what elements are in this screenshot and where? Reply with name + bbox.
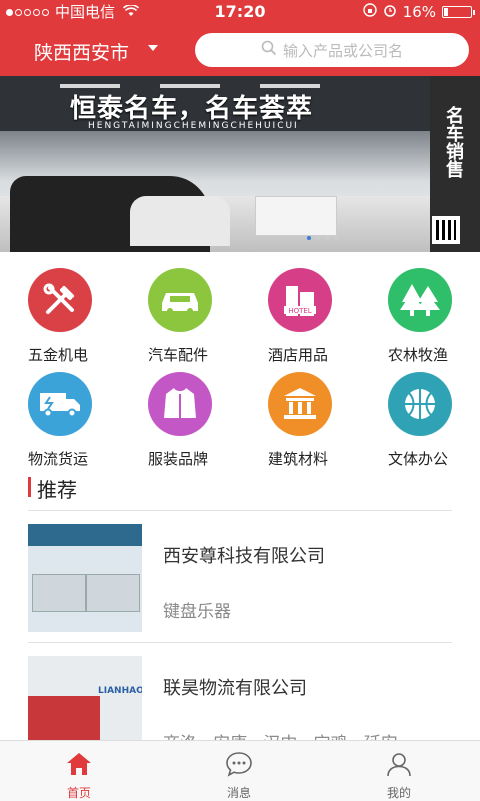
trees-icon [388, 268, 452, 332]
svg-text:HOTEL: HOTEL [288, 307, 311, 315]
banner-subtitle: HENGTAIMINGCHEMINGCHEHUICUI [88, 121, 299, 131]
showroom-desk [255, 196, 337, 236]
search-icon [261, 40, 283, 60]
category-label: 酒店用品 [268, 346, 329, 364]
section-accent-bar [28, 477, 31, 497]
status-right: 16% [362, 0, 475, 24]
tab-label: 首页 [66, 786, 91, 800]
divider [28, 510, 452, 511]
app-header: 中国电信 17:20 16% 陕西西安市 输入产品或公司名 [0, 0, 480, 76]
search-placeholder: 输入产品或公司名 [282, 41, 403, 60]
jacket-icon [148, 372, 212, 436]
company-thumbnail[interactable] [28, 524, 142, 632]
truck-icon [28, 372, 92, 436]
recommend-title: 推荐 [37, 478, 77, 502]
category-item[interactable]: HOTEL 酒店用品 [245, 268, 355, 365]
tab-label: 消息 [226, 786, 251, 800]
city-selector[interactable]: 陕西西安市 [34, 38, 129, 65]
tools-icon [28, 268, 92, 332]
promo-banner[interactable]: 恒泰名车，名车荟萃 HENGTAIMINGCHEMINGCHEHUICUI 名车… [0, 76, 480, 252]
ball-icon [388, 372, 452, 436]
category-item[interactable]: 建筑材料 [245, 372, 355, 469]
pager-dot[interactable] [334, 236, 338, 240]
category-label: 汽车配件 [148, 346, 209, 364]
hotel-icon: HOTEL [268, 268, 332, 332]
tab-home[interactable]: 首页 [29, 741, 129, 801]
car-icon [148, 268, 212, 332]
car-image [130, 196, 230, 246]
banner-sign-text: 名车销售 [443, 106, 464, 178]
category-label: 物流货运 [28, 450, 89, 468]
category-item[interactable]: 物流货运 [5, 372, 115, 469]
company-name[interactable]: 联昊物流有限公司 [163, 674, 307, 700]
qr-code-icon [432, 216, 460, 244]
company-thumbnail[interactable]: LIANHAO [28, 656, 142, 740]
pager-dot[interactable] [316, 236, 320, 240]
category-label: 建筑材料 [268, 450, 329, 468]
pager-dot[interactable] [307, 236, 311, 240]
category-item[interactable]: 服装品牌 [125, 372, 235, 469]
tab-profile[interactable]: 我的 [349, 741, 449, 801]
search-input[interactable]: 输入产品或公司名 [195, 33, 469, 67]
tab-messages[interactable]: 消息 [189, 741, 289, 801]
battery-icon [442, 6, 475, 18]
chevron-down-icon[interactable] [148, 45, 158, 51]
company-desc: 键盘乐器 [163, 602, 231, 622]
category-label: 农林牧渔 [388, 346, 449, 364]
category-label: 文体办公 [388, 450, 449, 468]
divider [28, 642, 452, 643]
category-item[interactable]: 汽车配件 [125, 268, 235, 365]
alarm-icon [383, 0, 397, 24]
category-label: 五金机电 [28, 346, 89, 364]
category-item[interactable]: 五金机电 [5, 268, 115, 365]
category-label: 服装品牌 [148, 450, 209, 468]
orientation-lock-icon [362, 0, 377, 24]
company-name[interactable]: 西安尊科技有限公司 [163, 542, 325, 568]
tab-bar: 首页 消息 我的 [0, 740, 480, 801]
building-icon [268, 372, 332, 436]
category-item[interactable]: 农林牧渔 [365, 268, 475, 365]
category-item[interactable]: 文体办公 [365, 372, 475, 469]
battery-percent: 16% [402, 3, 436, 21]
tab-label: 我的 [386, 786, 411, 800]
pager-dot[interactable] [325, 236, 329, 240]
banner-title: 恒泰名车，名车荟萃 [70, 94, 314, 124]
banner-pager[interactable] [307, 236, 338, 240]
